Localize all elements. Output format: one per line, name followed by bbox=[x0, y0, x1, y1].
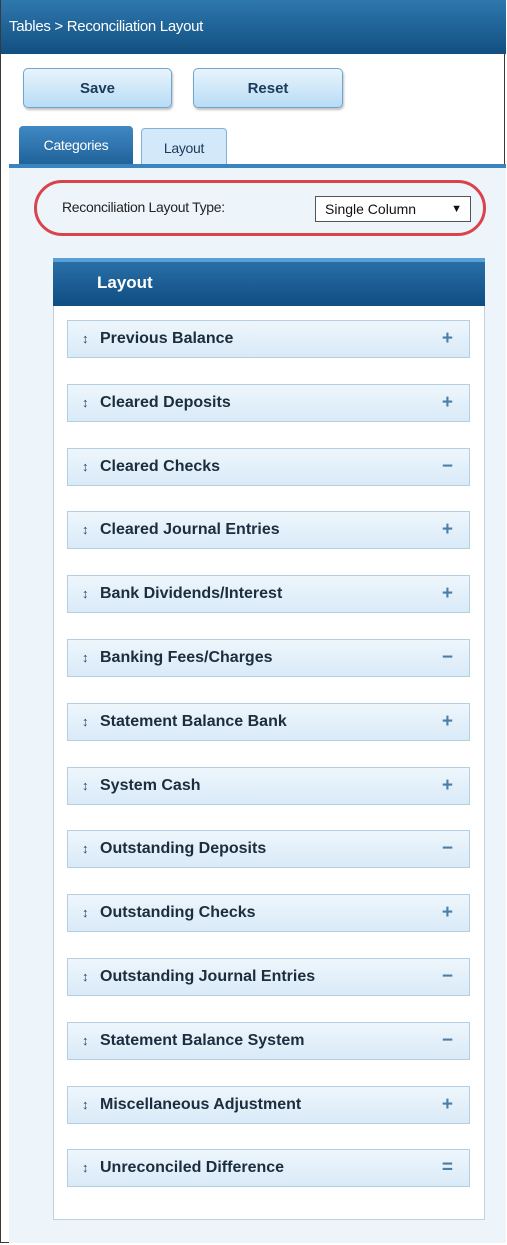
layout-type-select[interactable]: Single Column ▼ bbox=[315, 196, 471, 222]
layout-row-label: Outstanding Checks bbox=[100, 904, 256, 921]
tab-categories[interactable]: Categories bbox=[19, 126, 133, 168]
reset-button[interactable]: Reset bbox=[193, 68, 343, 108]
minus-icon[interactable]: − bbox=[442, 449, 453, 485]
plus-icon[interactable]: + bbox=[442, 321, 453, 357]
plus-icon[interactable]: + bbox=[442, 385, 453, 421]
layout-panel-title: Layout bbox=[97, 273, 153, 292]
app-frame: Tables > Reconciliation Layout Save Rese… bbox=[0, 0, 506, 1243]
layout-type-label: Reconciliation Layout Type: bbox=[62, 199, 225, 215]
layout-row[interactable]: ↕ Unreconciled Difference = bbox=[67, 1149, 470, 1187]
layout-type-value: Single Column bbox=[325, 201, 417, 217]
equals-icon[interactable]: = bbox=[442, 1150, 453, 1186]
minus-icon[interactable]: − bbox=[442, 1023, 453, 1059]
drag-handle-icon[interactable]: ↕ bbox=[82, 576, 89, 612]
save-button[interactable]: Save bbox=[23, 68, 172, 108]
layout-row[interactable]: ↕ Outstanding Deposits − bbox=[67, 830, 470, 868]
drag-handle-icon[interactable]: ↕ bbox=[82, 512, 89, 548]
layout-row[interactable]: ↕ Statement Balance Bank + bbox=[67, 703, 470, 741]
layout-row[interactable]: ↕ Outstanding Journal Entries − bbox=[67, 958, 470, 996]
layout-row-label: Previous Balance bbox=[100, 330, 234, 347]
layout-row[interactable]: ↕ Cleared Checks − bbox=[67, 448, 470, 486]
layout-row[interactable]: ↕ Cleared Journal Entries + bbox=[67, 511, 470, 549]
layout-panel-header: Layout bbox=[53, 258, 485, 306]
plus-icon[interactable]: + bbox=[442, 704, 453, 740]
plus-icon[interactable]: + bbox=[442, 1087, 453, 1123]
layout-row-label: System Cash bbox=[100, 777, 201, 794]
layout-row[interactable]: ↕ Banking Fees/Charges − bbox=[67, 639, 470, 677]
layout-row-label: Bank Dividends/Interest bbox=[100, 585, 283, 602]
header-stripe bbox=[53, 258, 485, 262]
drag-handle-icon[interactable]: ↕ bbox=[82, 768, 89, 804]
layout-row[interactable]: ↕ System Cash + bbox=[67, 767, 470, 805]
layout-row-label: Outstanding Deposits bbox=[100, 840, 267, 857]
drag-handle-icon[interactable]: ↕ bbox=[82, 321, 89, 357]
drag-handle-icon[interactable]: ↕ bbox=[82, 895, 89, 931]
plus-icon[interactable]: + bbox=[442, 895, 453, 931]
layout-row-label: Miscellaneous Adjustment bbox=[100, 1096, 302, 1113]
layout-row-label: Cleared Deposits bbox=[100, 394, 231, 411]
plus-icon[interactable]: + bbox=[442, 768, 453, 804]
layout-row-label: Outstanding Journal Entries bbox=[100, 968, 316, 985]
drag-handle-icon[interactable]: ↕ bbox=[82, 959, 89, 995]
layout-row-label: Statement Balance System bbox=[100, 1032, 305, 1049]
layout-row[interactable]: ↕ Previous Balance + bbox=[67, 320, 470, 358]
layout-row[interactable]: ↕ Bank Dividends/Interest + bbox=[67, 575, 470, 613]
layout-row-label: Cleared Journal Entries bbox=[100, 521, 280, 538]
drag-handle-icon[interactable]: ↕ bbox=[82, 449, 89, 485]
drag-handle-icon[interactable]: ↕ bbox=[82, 640, 89, 676]
drag-handle-icon[interactable]: ↕ bbox=[82, 704, 89, 740]
drag-handle-icon[interactable]: ↕ bbox=[82, 385, 89, 421]
drag-handle-icon[interactable]: ↕ bbox=[82, 1023, 89, 1059]
layout-row-label: Cleared Checks bbox=[100, 458, 221, 475]
layout-row[interactable]: ↕ Miscellaneous Adjustment + bbox=[67, 1086, 470, 1124]
dropdown-arrow-icon: ▼ bbox=[451, 203, 462, 215]
breadcrumb: Tables > Reconciliation Layout bbox=[1, 0, 506, 54]
drag-handle-icon[interactable]: ↕ bbox=[82, 831, 89, 867]
tab-layout[interactable]: Layout bbox=[141, 128, 227, 168]
layout-row-label: Unreconciled Difference bbox=[100, 1159, 285, 1176]
drag-handle-icon[interactable]: ↕ bbox=[82, 1150, 89, 1186]
drag-handle-icon[interactable]: ↕ bbox=[82, 1087, 89, 1123]
layout-row[interactable]: ↕ Statement Balance System − bbox=[67, 1022, 470, 1060]
layout-row-label: Banking Fees/Charges bbox=[100, 649, 273, 666]
layout-row[interactable]: ↕ Outstanding Checks + bbox=[67, 894, 470, 932]
minus-icon[interactable]: − bbox=[442, 640, 453, 676]
plus-icon[interactable]: + bbox=[442, 576, 453, 612]
plus-icon[interactable]: + bbox=[442, 512, 453, 548]
minus-icon[interactable]: − bbox=[442, 831, 453, 867]
minus-icon[interactable]: − bbox=[442, 959, 453, 995]
layout-row[interactable]: ↕ Cleared Deposits + bbox=[67, 384, 470, 422]
layout-row-label: Statement Balance Bank bbox=[100, 713, 287, 730]
